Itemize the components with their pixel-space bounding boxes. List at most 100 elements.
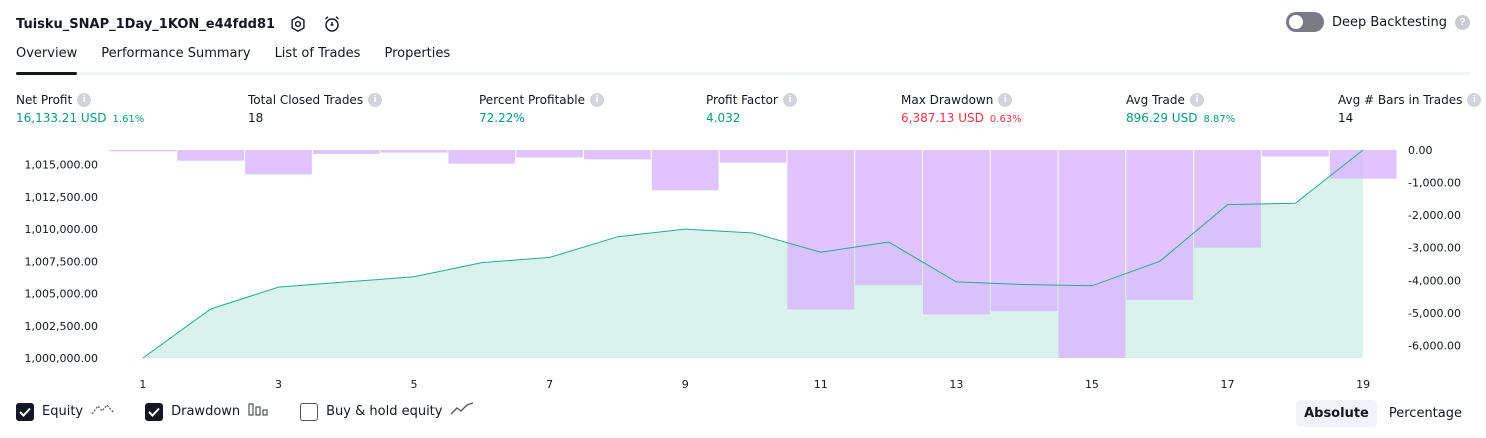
drawdown-bar [1194,150,1261,248]
equity-checkbox[interactable] [16,402,34,421]
tab-list-of-trades[interactable]: List of Trades [275,46,361,72]
tab-performance-summary[interactable]: Performance Summary [101,46,250,72]
right-axis-tick: -2,000.00 [1408,209,1461,222]
deep-backtesting: Deep Backtesting ? [1285,12,1470,32]
percentage-button[interactable]: Percentage [1381,400,1470,427]
deep-backtesting-label: Deep Backtesting [1331,14,1447,30]
left-axis-tick: 1,002,500.00 [25,320,98,333]
drawdown-bar [1126,150,1194,300]
metric-label: Total Closed Trades [248,93,364,107]
info-icon[interactable]: i [368,93,383,107]
drawdown-bar [109,150,177,152]
metric-label: Avg Trade [1126,93,1185,107]
left-axis-tick: 1,000,000.00 [25,352,98,365]
x-axis-tick: 7 [546,378,553,391]
drawdown-bar [651,150,719,191]
drawdown-bars-icon [248,402,270,421]
report-tabs: Overview Performance Summary List of Tra… [16,46,1470,75]
strategy-header: Tuisku_SNAP_1Day_1KON_e44fdd81 [16,10,343,38]
left-axis-tick: 1,005,000.00 [25,288,98,301]
drawdown-bar [177,150,245,161]
drawdown-bar [516,150,584,158]
deep-backtesting-toggle[interactable] [1285,12,1324,32]
drawdown-checkbox[interactable] [145,402,164,421]
strategy-name: Tuisku_SNAP_1Day_1KON_e44fdd81 [16,16,276,32]
metric-percent: 8.87% [1203,114,1236,125]
metric-value: 14 [1338,111,1354,125]
absolute-button[interactable]: Absolute [1296,400,1377,427]
metric-label: Max Drawdown [901,93,994,107]
right-axis-tick: -4,000.00 [1408,274,1461,287]
metric-value: 896.29 USD [1126,111,1198,125]
metric-total-closed-trades: Total Closed Trades i 18 [248,93,383,125]
legend-drawdown[interactable]: Drawdown [145,402,270,421]
metric-percent: 1.61% [112,114,145,125]
legend-equity[interactable]: Equity [16,402,115,421]
left-axis-tick: 1,007,500.00 [25,255,98,268]
metric-value: 18 [248,111,264,125]
metrics-bar: Net Profit i 16,133.21 USD 1.61% Total Clo… [0,93,1486,133]
metric-value: 16,133.21 USD [16,111,107,125]
metric-label: Percent Profitable [479,93,585,107]
legend-label: Equity [42,404,84,419]
x-axis-tick: 15 [1085,378,1099,391]
x-axis-tick: 17 [1221,378,1235,391]
drawdown-bar [1058,150,1126,358]
drawdown-bar [990,150,1058,312]
drawdown-bar [312,150,380,154]
metric-max-drawdown: Max Drawdown i 6,387.13 USD 0.63% [901,93,1022,125]
equity-line-icon [91,402,115,421]
metric-net-profit: Net Profit i 16,133.21 USD 1.61% [16,93,144,125]
drawdown-bar [855,150,922,286]
legend-label: Buy & hold equity [326,404,443,419]
chart-legend: Equity Drawdown Buy & hold equity [16,402,474,421]
right-axis-tick: -1,000.00 [1408,177,1461,190]
x-axis-tick: 9 [682,378,689,391]
metric-label: Net Profit [16,93,73,107]
metric-value: 4.032 [706,111,741,125]
gear-icon[interactable] [287,13,309,35]
metric-label: Avg # Bars in Trades [1338,93,1463,107]
tab-properties[interactable]: Properties [384,46,450,72]
info-icon[interactable]: i [77,93,92,107]
metric-avg-trade: Avg Trade i 896.29 USD 8.87% [1126,93,1235,125]
right-axis-tick: -5,000.00 [1408,307,1461,320]
left-axis-tick: 1,010,000.00 [25,223,98,236]
x-axis-tick: 1 [139,378,146,391]
info-icon[interactable]: i [782,93,797,107]
legend-buy-hold[interactable]: Buy & hold equity [300,402,474,421]
x-axis-tick: 13 [949,378,963,391]
drawdown-bar [719,150,787,163]
x-axis-tick: 11 [814,378,828,391]
x-axis-tick: 5 [411,378,418,391]
drawdown-bar [1261,150,1329,157]
info-icon[interactable]: i [589,93,604,107]
help-icon[interactable]: ? [1455,14,1470,30]
scale-mode: Absolute Percentage [1296,400,1470,427]
drawdown-bar [1329,150,1397,179]
x-axis-tick: 3 [275,378,282,391]
drawdown-bar [380,150,448,153]
drawdown-bar [245,150,312,175]
metric-value: 6,387.13 USD [901,111,984,125]
right-axis-tick: 0.00 [1408,144,1433,157]
right-axis-tick: -3,000.00 [1408,242,1461,255]
legend-label: Drawdown [171,404,241,419]
left-axis-tick: 1,012,500.00 [25,191,98,204]
alarm-clock-icon[interactable] [321,13,343,35]
right-axis-tick: -6,000.00 [1408,339,1461,352]
metric-percent: 0.63% [989,114,1022,125]
drawdown-bar [787,150,855,310]
info-icon[interactable]: i [1467,93,1482,107]
metric-percent-profitable: Percent Profitable i 72.22% [479,93,604,125]
tab-overview[interactable]: Overview [16,46,78,75]
buy-hold-checkbox[interactable] [300,402,319,421]
drawdown-bar [922,150,990,315]
info-icon[interactable]: i [998,93,1013,107]
equity-drawdown-chart[interactable]: 1,000,000.00 1,002,500.00 1,005,000.00 1,00… [0,140,1486,396]
info-icon[interactable]: i [1189,93,1204,107]
toggle-knob [1288,15,1303,29]
left-axis-tick: 1,015,000.00 [25,159,98,172]
buy-hold-line-icon [450,402,474,421]
metric-profit-factor: Profit Factor i 4.032 [706,93,797,125]
